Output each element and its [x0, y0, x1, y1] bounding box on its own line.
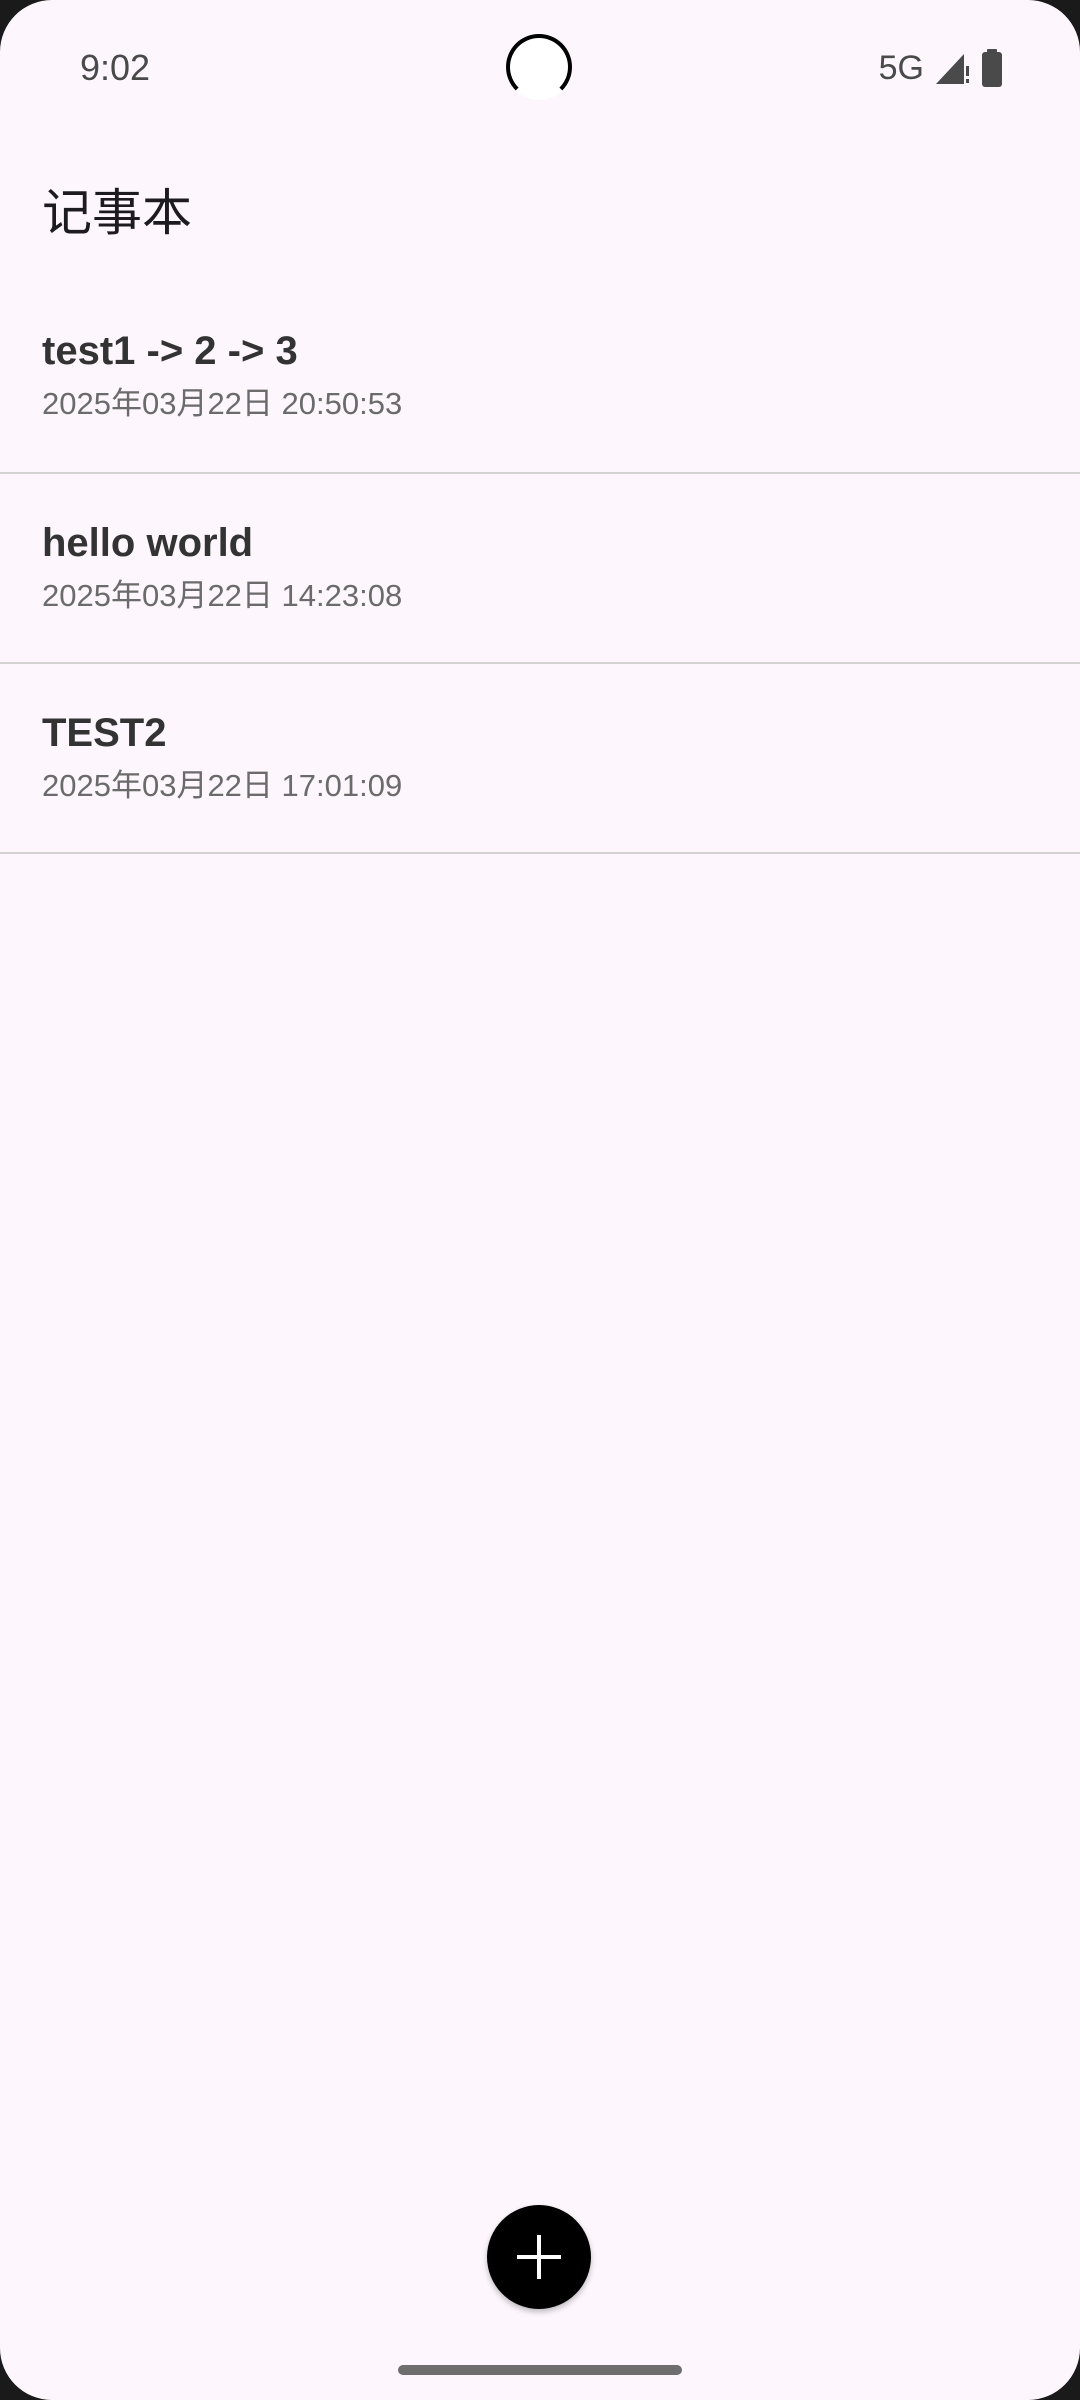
network-type-label: 5G [878, 49, 924, 87]
note-list-item[interactable]: test1 -> 2 -> 3 2025年03月22日 20:50:53 [0, 282, 1080, 474]
note-date: 2025年03月22日 14:23:08 [42, 578, 403, 613]
add-note-button[interactable] [487, 2205, 591, 2309]
battery-icon [982, 49, 1002, 87]
camera-cutout [506, 34, 572, 100]
app-title: 记事本 [42, 185, 192, 241]
note-list-item[interactable]: hello world 2025年03月22日 14:23:08 [0, 474, 1080, 664]
note-date: 2025年03月22日 17:01:09 [42, 768, 403, 803]
signal-icon [936, 54, 969, 84]
plus-icon [517, 2235, 561, 2279]
status-indicators: 5G [879, 44, 1004, 92]
home-gesture-bar[interactable] [398, 2365, 682, 2375]
phone-screen: 9:02 5G 记事本 test1 -> 2 -> 3 2025年03月22日 … [0, 0, 1080, 2400]
status-bar: 9:02 5G [0, 0, 1080, 132]
note-title: TEST2 [42, 711, 167, 755]
note-list: test1 -> 2 -> 3 2025年03月22日 20:50:53 hel… [0, 282, 1080, 854]
note-date: 2025年03月22日 20:50:53 [42, 386, 403, 421]
note-title: hello world [42, 521, 254, 565]
note-list-item[interactable]: TEST2 2025年03月22日 17:01:09 [0, 664, 1080, 854]
status-time: 9:02 [80, 47, 151, 88]
note-title: test1 -> 2 -> 3 [42, 329, 298, 373]
